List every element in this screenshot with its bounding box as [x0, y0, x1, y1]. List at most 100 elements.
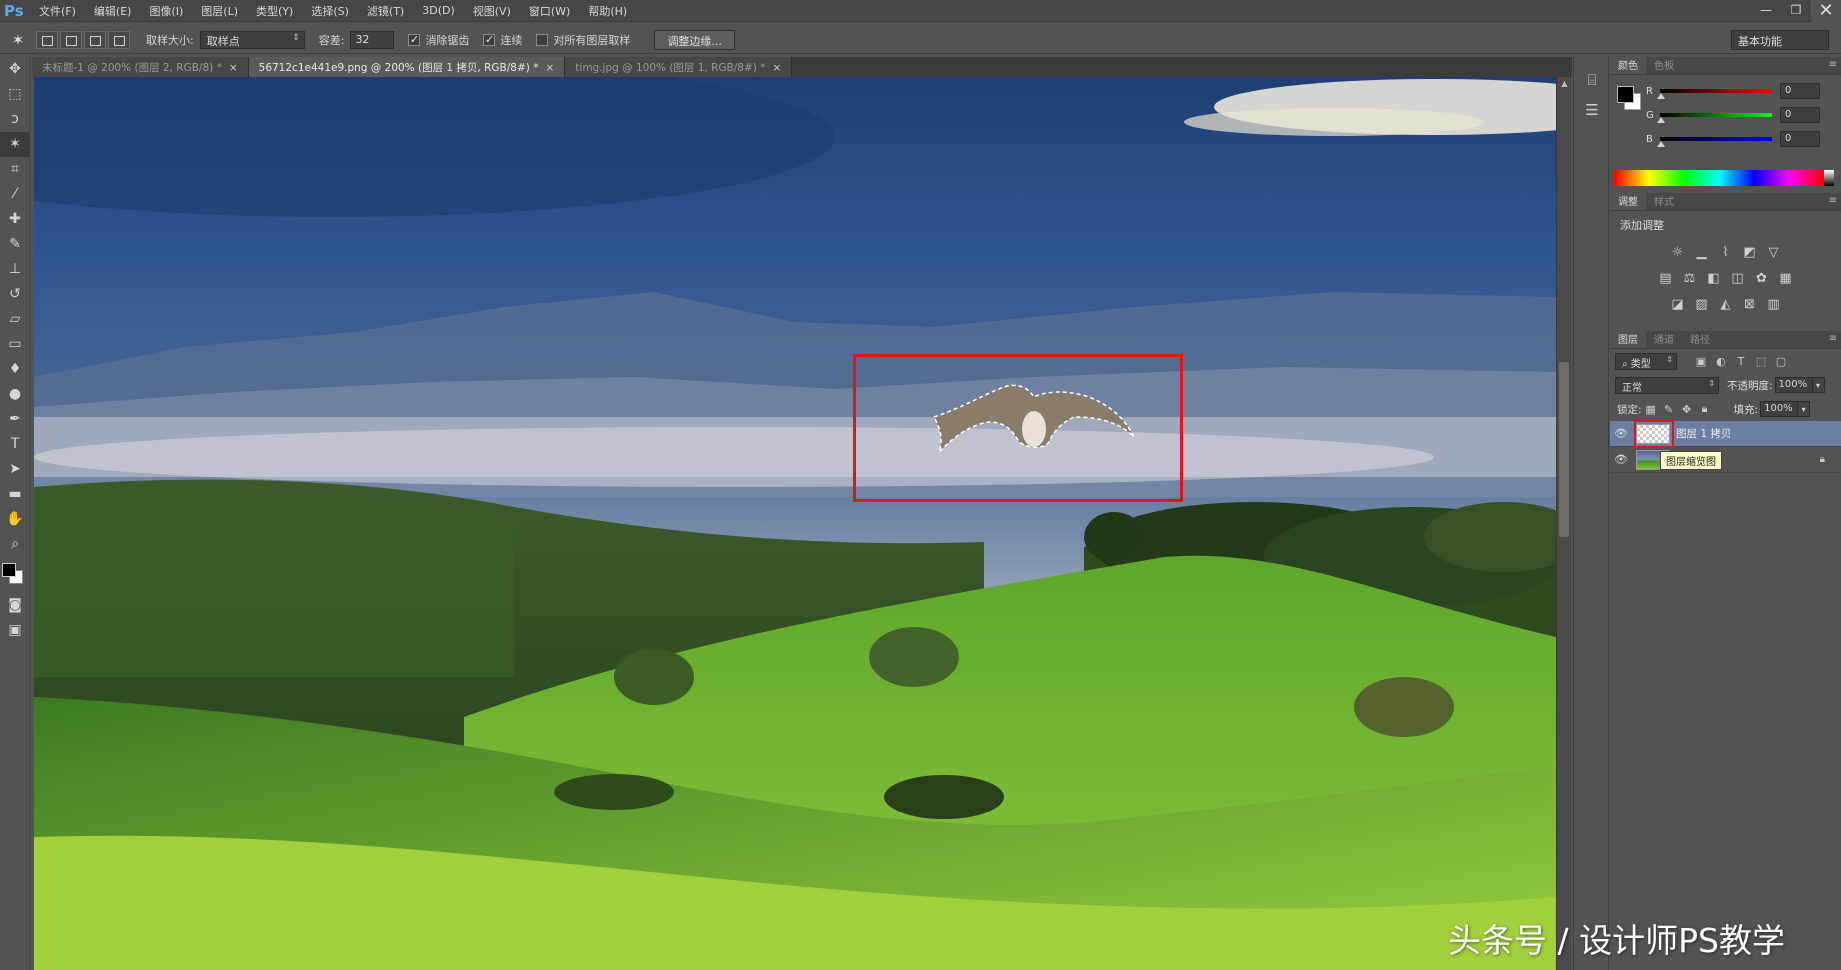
hue-saturation-icon[interactable]: ▤	[1654, 271, 1678, 286]
refine-edge-button[interactable]: 调整边缘...	[654, 29, 735, 50]
zoom-tool-icon[interactable]: ⌕	[0, 532, 30, 557]
lasso-tool-icon[interactable]: ↄ	[0, 107, 30, 132]
invert-icon[interactable]: ◪	[1666, 297, 1690, 312]
color-balance-icon[interactable]: ⚖	[1678, 271, 1702, 286]
blend-mode-select[interactable]: 正常	[1615, 376, 1719, 394]
foreground-color-box[interactable]	[1617, 86, 1634, 103]
sample-all-layers-checkbox[interactable]	[536, 33, 549, 46]
lock-all-icon[interactable]: 🔒︎	[1696, 402, 1714, 416]
panel-menu-icon[interactable]: ≡	[1829, 333, 1837, 344]
contiguous-option[interactable]: ✓ 连续	[483, 32, 522, 48]
menu-edit[interactable]: 编辑(E)	[85, 3, 141, 19]
document-canvas[interactable]	[34, 77, 1556, 970]
sample-size-select[interactable]: 取样点	[199, 30, 305, 49]
tab-layers[interactable]: 图层	[1610, 329, 1646, 348]
pen-tool-icon[interactable]: ✒	[0, 407, 30, 432]
rectangle-tool-icon[interactable]: ▬	[0, 482, 30, 507]
clone-stamp-tool-icon[interactable]: ⊥	[0, 257, 30, 282]
crop-tool-icon[interactable]: ⌗	[0, 157, 30, 182]
layer-row[interactable]: 👁︎ 图层缩览图 🔒︎	[1610, 447, 1841, 473]
menu-type[interactable]: 类型(Y)	[247, 3, 302, 19]
antialias-option[interactable]: ✓ 消除锯齿	[408, 32, 469, 48]
black-white-ramp[interactable]	[1824, 170, 1834, 186]
fill-input[interactable]: 100%	[1760, 401, 1799, 417]
threshold-icon[interactable]: ◭	[1714, 297, 1738, 312]
visibility-eye-icon[interactable]: 👁︎	[1610, 453, 1632, 466]
magic-wand-tool-icon[interactable]: ✶	[0, 132, 30, 157]
pixel-filter-icon[interactable]: ▣	[1691, 355, 1711, 368]
contiguous-checkbox[interactable]: ✓	[483, 33, 496, 46]
hand-tool-icon[interactable]: ✋	[0, 507, 30, 532]
exposure-icon[interactable]: ◩	[1738, 245, 1762, 260]
tab-color[interactable]: 颜色	[1610, 55, 1646, 74]
blue-slider[interactable]	[1657, 137, 1772, 147]
color-spectrum-bar[interactable]	[1614, 170, 1824, 186]
close-tab-icon[interactable]: ×	[545, 62, 554, 74]
history-brush-tool-icon[interactable]: ↺	[0, 282, 30, 307]
vibrance-icon[interactable]: ▽	[1762, 245, 1786, 260]
intersect-selection-icon[interactable]	[108, 30, 130, 49]
opacity-dropdown-icon[interactable]: ▾	[1812, 377, 1825, 393]
type-tool-icon[interactable]: T	[0, 432, 30, 457]
subtract-from-selection-icon[interactable]	[84, 30, 106, 49]
menu-layer[interactable]: 图层(L)	[192, 3, 247, 19]
sample-all-layers-option[interactable]: 对所有图层取样	[536, 32, 630, 48]
marquee-tool-icon[interactable]: ⬚	[0, 82, 30, 107]
antialias-checkbox[interactable]: ✓	[408, 33, 421, 46]
new-selection-icon[interactable]	[36, 30, 58, 49]
panel-menu-icon[interactable]: ≡	[1829, 195, 1837, 206]
tab-swatches[interactable]: 色板	[1646, 55, 1682, 74]
scrollbar-thumb[interactable]	[1559, 362, 1569, 537]
foreground-color-swatch[interactable]	[2, 563, 16, 577]
layer-name[interactable]: 图层 1 拷贝	[1676, 426, 1731, 441]
red-slider-thumb[interactable]	[1657, 93, 1665, 99]
dodge-tool-icon[interactable]: ●	[0, 382, 30, 407]
curves-icon[interactable]: ⌇	[1714, 245, 1738, 260]
visibility-eye-icon[interactable]: 👁︎	[1610, 427, 1632, 440]
tab-adjustments[interactable]: 调整	[1610, 191, 1646, 210]
filter-kind-select[interactable]: ⌕ 类型	[1615, 352, 1677, 370]
document-tab[interactable]: 未标题-1 @ 200% (图层 2, RGB/8) * ×	[32, 57, 249, 77]
black-white-icon[interactable]: ◧	[1702, 271, 1726, 286]
photo-filter-icon[interactable]: ◫	[1726, 271, 1750, 286]
shape-filter-icon[interactable]: ⬚	[1751, 355, 1771, 368]
green-value[interactable]: 0	[1780, 107, 1820, 123]
blur-tool-icon[interactable]: ♦	[0, 357, 30, 382]
document-tab-active[interactable]: 56712c1e441e9.png @ 200% (图层 1 拷贝, RGB/8…	[248, 57, 566, 77]
layer-row-selected[interactable]: 👁︎ 图层 1 拷贝	[1610, 420, 1841, 448]
levels-icon[interactable]: ▁	[1690, 245, 1714, 260]
menu-file[interactable]: 文件(F)	[30, 3, 85, 19]
brightness-icon[interactable]: ☼	[1666, 245, 1690, 260]
adjustment-filter-icon[interactable]: ◐	[1711, 355, 1731, 368]
restore-button[interactable]: ❐	[1781, 0, 1811, 22]
tab-paths[interactable]: 路径	[1682, 329, 1718, 348]
color-lookup-icon[interactable]: ▦	[1774, 271, 1798, 286]
green-slider[interactable]	[1657, 113, 1772, 123]
menu-view[interactable]: 视图(V)	[464, 3, 520, 19]
eraser-tool-icon[interactable]: ▱	[0, 307, 30, 332]
close-tab-icon[interactable]: ×	[772, 62, 781, 74]
red-slider[interactable]	[1657, 89, 1772, 99]
lock-transparent-icon[interactable]: ▦	[1642, 403, 1660, 416]
document-tab[interactable]: timg.jpg @ 100% (图层 1, RGB/8#) * ×	[565, 57, 793, 77]
gradient-tool-icon[interactable]: ▭	[0, 332, 30, 357]
workspace-select[interactable]: 基本功能	[1731, 30, 1829, 50]
healing-brush-tool-icon[interactable]: ✚	[0, 207, 30, 232]
menu-image[interactable]: 图像(I)	[140, 3, 192, 19]
fill-dropdown-icon[interactable]: ▾	[1798, 401, 1811, 417]
posterize-icon[interactable]: ▨	[1690, 297, 1714, 312]
path-selection-tool-icon[interactable]: ➤	[0, 457, 30, 482]
panel-menu-icon[interactable]: ≡	[1829, 59, 1837, 70]
menu-select[interactable]: 选择(S)	[302, 3, 358, 19]
move-tool-icon[interactable]: ✥	[0, 57, 30, 82]
gradient-map-icon[interactable]: ▥	[1762, 297, 1786, 312]
close-tab-icon[interactable]: ×	[229, 62, 238, 74]
vertical-scrollbar[interactable]: ▲	[1556, 77, 1571, 970]
tab-channels[interactable]: 通道	[1646, 329, 1682, 348]
quick-mask-icon[interactable]: ◙	[0, 593, 30, 618]
blue-slider-thumb[interactable]	[1657, 141, 1665, 147]
menu-filter[interactable]: 滤镜(T)	[358, 3, 413, 19]
tolerance-input[interactable]: 32	[350, 30, 395, 49]
opacity-input[interactable]: 100%	[1774, 377, 1813, 393]
red-value[interactable]: 0	[1780, 83, 1820, 99]
